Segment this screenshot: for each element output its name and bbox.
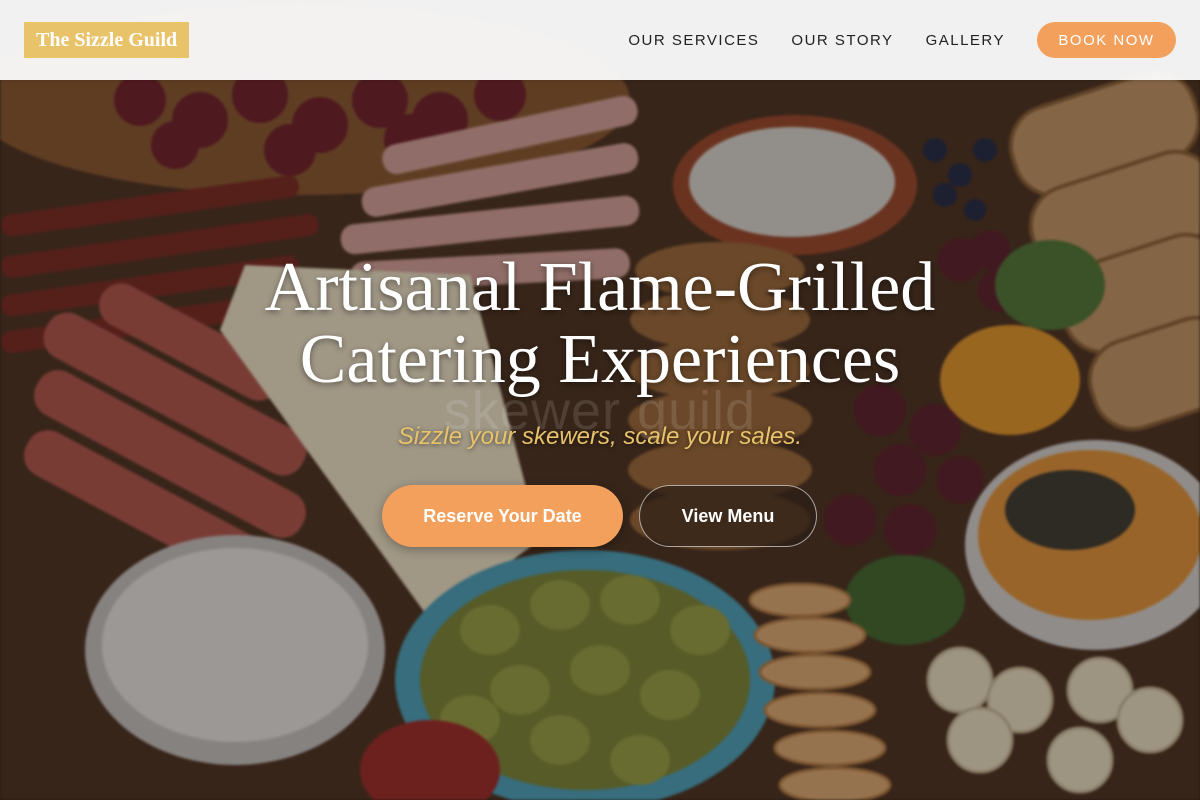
- hero-title-line-1: Artisanal Flame-Grilled: [264, 249, 936, 326]
- main-nav: OUR SERVICES OUR STORY GALLERY BOOK NOW: [628, 0, 1200, 80]
- nav-link-our-story[interactable]: OUR STORY: [791, 32, 893, 49]
- book-now-button[interactable]: BOOK NOW: [1037, 22, 1176, 58]
- nav-link-gallery[interactable]: GALLERY: [926, 32, 1005, 49]
- view-menu-button[interactable]: View Menu: [639, 485, 817, 547]
- hero-section: skewer guild Artisanal Flame-Grilled Cat…: [0, 0, 1200, 800]
- reserve-your-date-button[interactable]: Reserve Your Date: [382, 485, 623, 547]
- brand-logo[interactable]: The Sizzle Guild: [24, 22, 190, 58]
- site-header: The Sizzle Guild OUR SERVICES OUR STORY …: [0, 0, 1200, 80]
- hero-tagline: Sizzle your skewers, scale your sales.: [397, 423, 803, 450]
- hero-title: Artisanal Flame-Grilled Catering Experie…: [0, 252, 1200, 396]
- nav-link-our-services[interactable]: OUR SERVICES: [628, 32, 759, 49]
- hero-title-line-2: Catering Experiences: [299, 321, 901, 398]
